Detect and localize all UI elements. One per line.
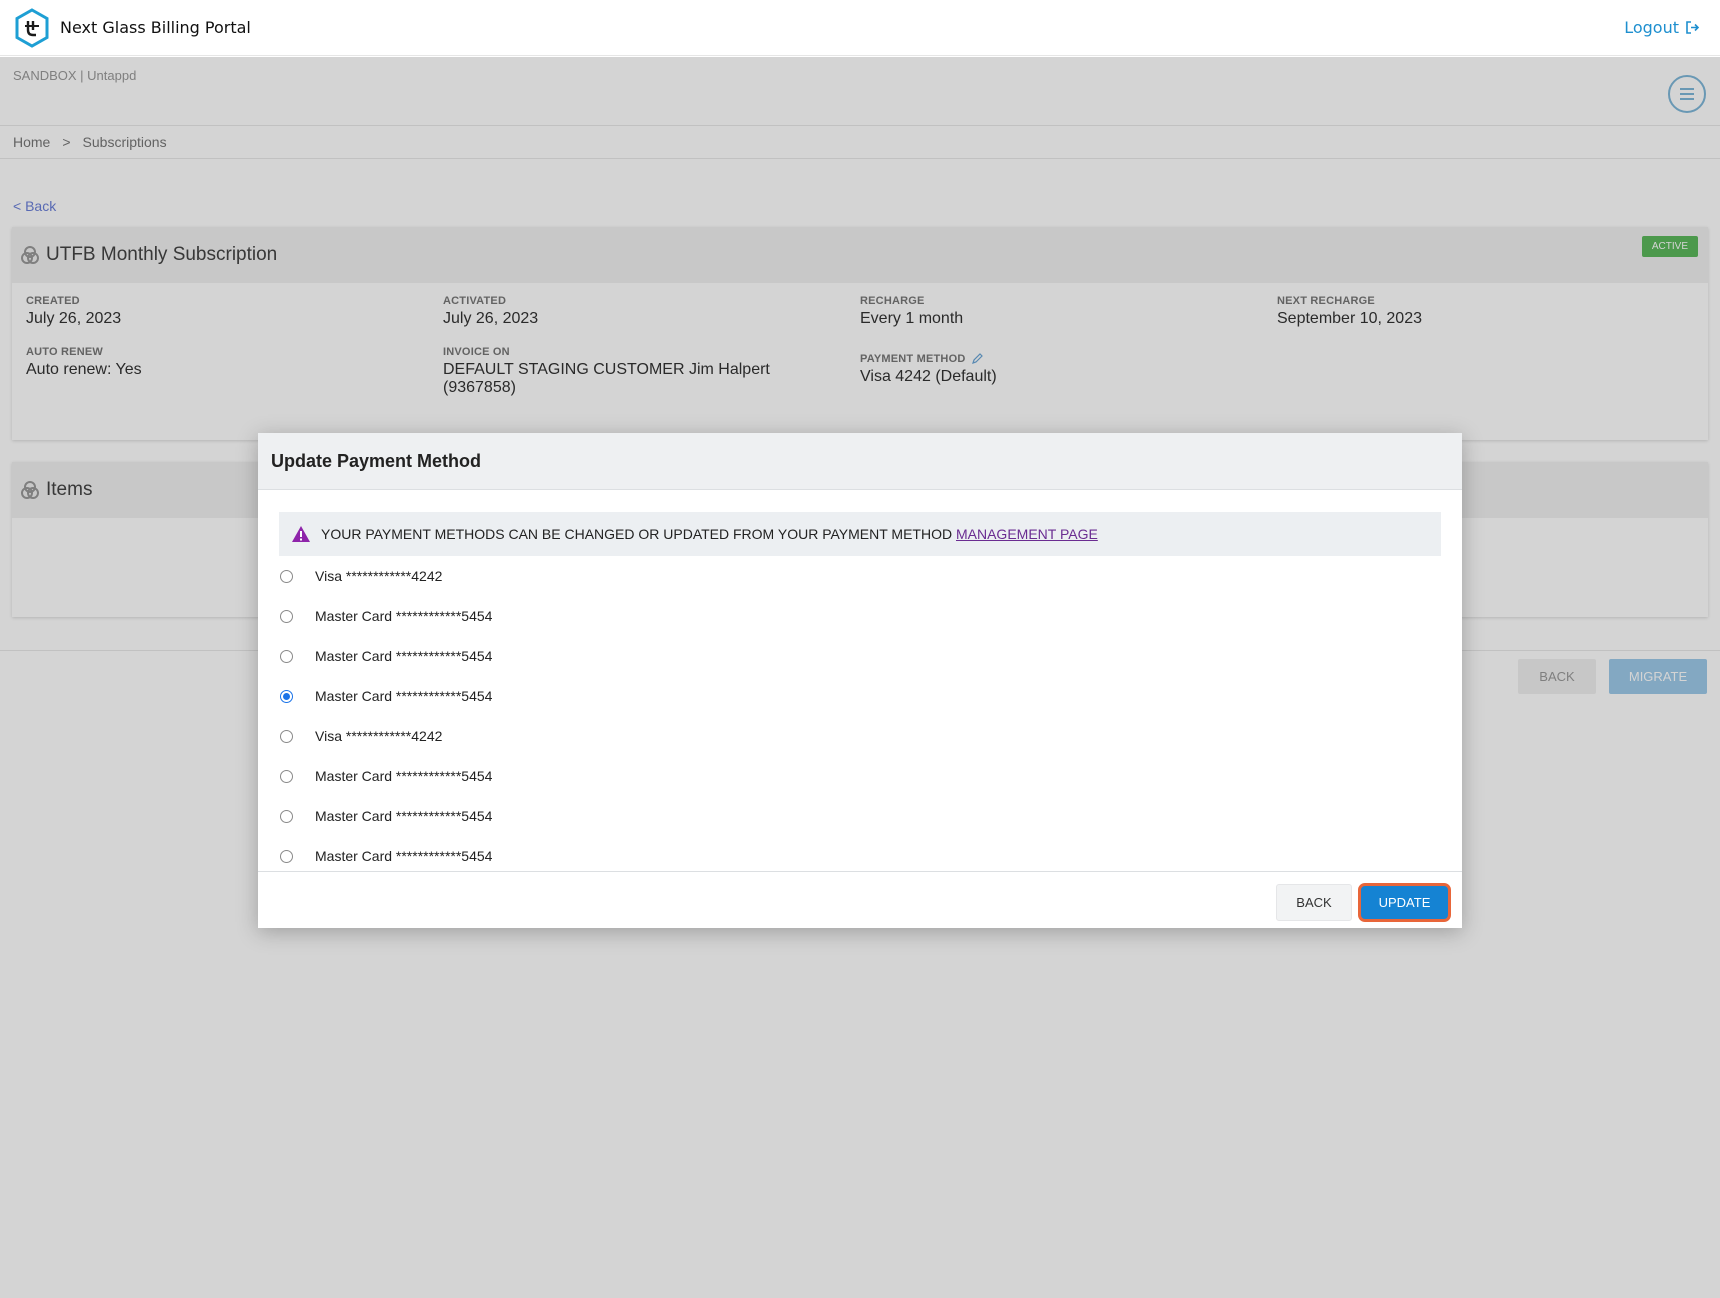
payment-notice: YOUR PAYMENT METHODS CAN BE CHANGED OR U…	[279, 512, 1441, 556]
modal-body: YOUR PAYMENT METHODS CAN BE CHANGED OR U…	[258, 490, 1462, 871]
payment-option-label: Visa ************4242	[315, 728, 443, 744]
logout-icon	[1686, 21, 1700, 34]
payment-option-label: Master Card ************5454	[315, 608, 493, 624]
radio-unselected[interactable]	[280, 609, 293, 623]
payment-option[interactable]: Visa ************4242	[279, 556, 1441, 596]
radio-selected[interactable]	[280, 689, 293, 703]
management-page-link[interactable]: MANAGEMENT PAGE	[956, 526, 1098, 542]
payment-option[interactable]: Visa ************4242	[279, 716, 1441, 756]
top-bar: Next Glass Billing Portal Logout	[0, 0, 1720, 56]
payment-option-label: Master Card ************5454	[315, 648, 493, 664]
modal-title: Update Payment Method	[258, 433, 1462, 490]
payment-option-label: Master Card ************5454	[315, 848, 493, 864]
modal-footer: BACK UPDATE	[258, 871, 1462, 928]
payment-options-list: Visa ************4242 Master Card *******…	[279, 556, 1441, 871]
payment-option[interactable]: Master Card ************5454	[279, 596, 1441, 636]
payment-option[interactable]: Master Card ************5454	[279, 676, 1441, 716]
payment-option-label: Master Card ************5454	[315, 768, 493, 784]
payment-option[interactable]: Master Card ************5454	[279, 756, 1441, 796]
update-payment-modal: Update Payment Method YOUR PAYMENT METHO…	[258, 433, 1462, 928]
radio-unselected[interactable]	[280, 849, 293, 863]
update-button[interactable]: UPDATE	[1358, 883, 1451, 922]
payment-option[interactable]: Master Card ************5454	[279, 796, 1441, 836]
modal-back-button[interactable]: BACK	[1276, 884, 1352, 921]
logo-icon	[14, 7, 50, 48]
warning-icon	[292, 526, 310, 542]
radio-unselected[interactable]	[280, 649, 293, 663]
radio-unselected[interactable]	[280, 569, 293, 583]
radio-unselected[interactable]	[280, 729, 293, 743]
app-title: Next Glass Billing Portal	[60, 18, 251, 37]
payment-option[interactable]: Master Card ************5454	[279, 836, 1441, 871]
radio-unselected[interactable]	[280, 769, 293, 783]
notice-text: YOUR PAYMENT METHODS CAN BE CHANGED OR U…	[321, 526, 953, 542]
payment-option[interactable]: Master Card ************5454	[279, 636, 1441, 676]
payment-option-label: Master Card ************5454	[315, 688, 493, 704]
payment-option-label: Visa ************4242	[315, 568, 443, 584]
radio-unselected[interactable]	[280, 809, 293, 823]
logout-link[interactable]: Logout	[1624, 18, 1700, 37]
payment-option-label: Master Card ************5454	[315, 808, 493, 824]
logout-label: Logout	[1624, 18, 1679, 37]
